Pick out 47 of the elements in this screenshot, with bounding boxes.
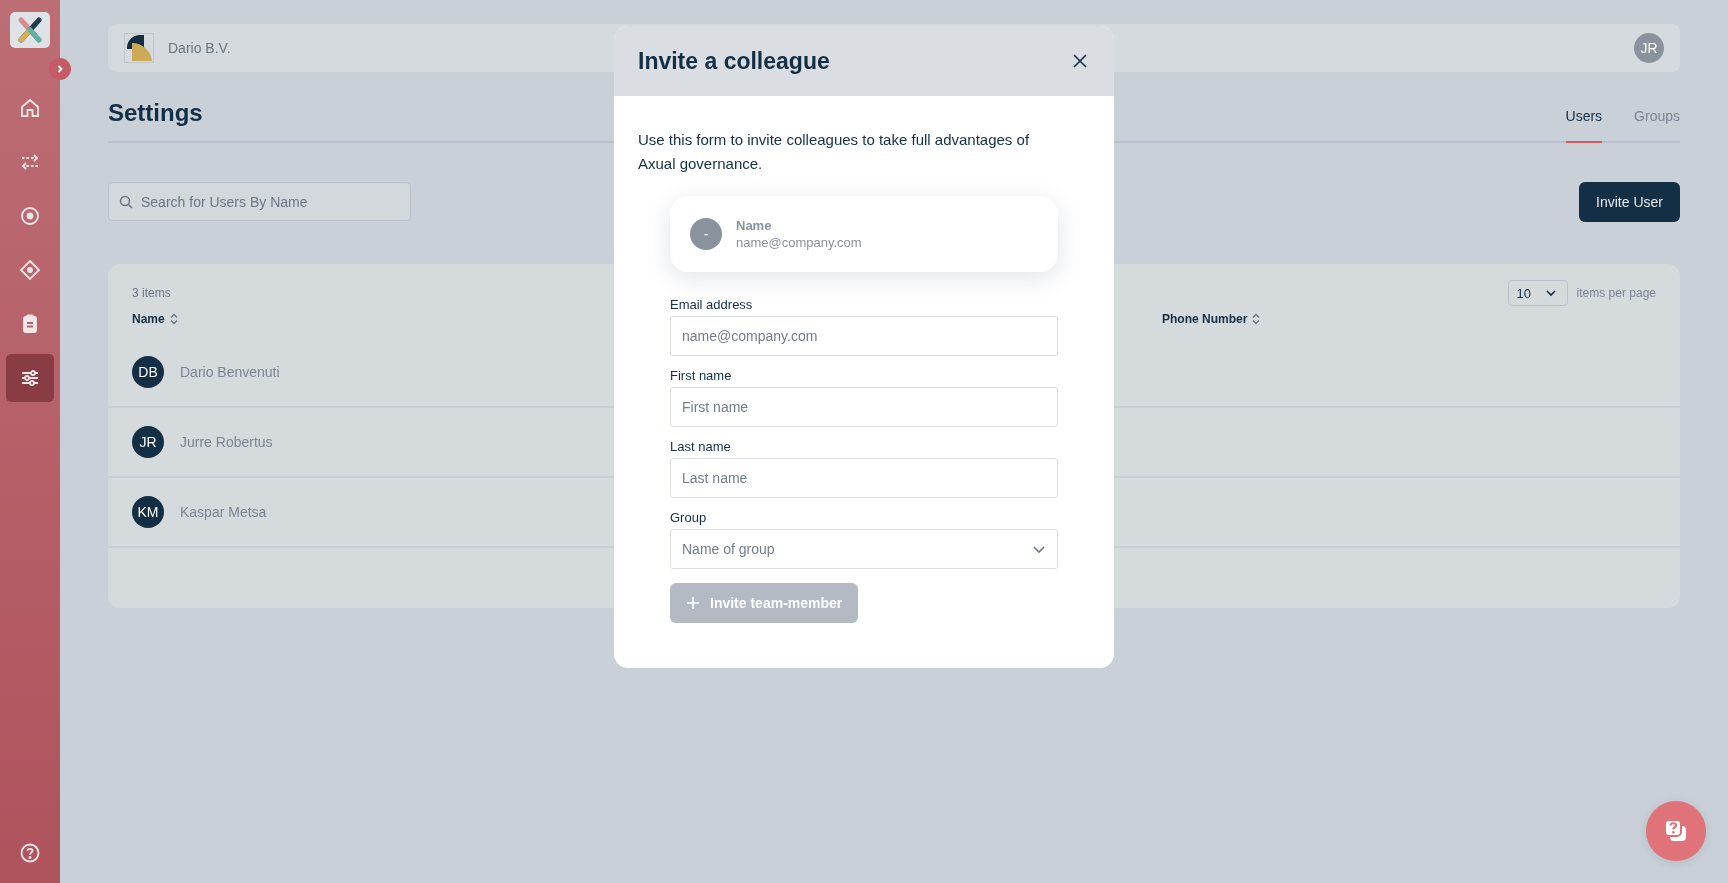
- input-field[interactable]: Last name: [670, 458, 1058, 498]
- field-label: First name: [670, 368, 733, 383]
- user-name: Jurre Robertus: [180, 434, 273, 450]
- field-label: Email address: [670, 297, 754, 312]
- item-count: 3 items: [132, 286, 171, 300]
- intro-text: Use this form to invite colleagues to take full advantages of Axual governance.: [638, 130, 1031, 174]
- invite-user-button[interactable]: Invite User: [1579, 182, 1680, 222]
- company-name: Dario B.V.: [168, 40, 231, 56]
- sort-icon: [169, 313, 178, 325]
- page-size-label: items per page: [1576, 286, 1656, 300]
- preview-avatar: -: [690, 218, 722, 250]
- company-logo: [124, 33, 154, 63]
- column-header[interactable]: Phone Number: [1162, 312, 1261, 326]
- page-title: Settings: [108, 99, 203, 127]
- user-avatar: JR: [132, 426, 164, 458]
- input-field[interactable]: name@company.com: [670, 316, 1058, 356]
- support-chat-button[interactable]: [1646, 801, 1706, 861]
- user-avatar: KM: [132, 496, 164, 528]
- group-select[interactable]: Name of group: [670, 529, 1058, 569]
- select-placeholder: Name of group: [682, 541, 775, 557]
- app-logo[interactable]: [10, 12, 50, 48]
- chevron-down-icon: [1544, 287, 1557, 299]
- page-size-select[interactable]: 10: [1507, 280, 1568, 306]
- field-label: Group: [670, 510, 708, 525]
- tab[interactable]: Users: [1565, 98, 1603, 143]
- search-icon: [119, 195, 133, 209]
- user-name: Kaspar Metsa: [180, 504, 267, 520]
- target-icon: [19, 205, 41, 227]
- diamond-icon: [19, 259, 41, 281]
- home-icon: [19, 97, 41, 119]
- user-avatar: DB: [132, 356, 164, 388]
- input-field[interactable]: First name: [670, 387, 1058, 427]
- close-icon: [1073, 54, 1087, 68]
- preview-email: name@company.com: [736, 235, 862, 250]
- user-name: Dario Benvenuti: [180, 364, 280, 380]
- sort-icon: [1252, 313, 1261, 325]
- help-icon: [19, 842, 41, 864]
- column-header[interactable]: Name: [132, 312, 178, 326]
- plus-icon: [686, 596, 700, 610]
- field-label: Last name: [670, 439, 732, 454]
- search-field[interactable]: Search for Users By Name: [108, 182, 411, 221]
- chevron-right-icon: [55, 64, 65, 74]
- preview-name: Name: [736, 218, 773, 233]
- sliders-nav-item[interactable]: [6, 354, 54, 402]
- sliders-icon: [19, 367, 41, 389]
- expand-button[interactable]: [49, 58, 71, 80]
- dialog-title: Invite a colleague: [638, 47, 830, 75]
